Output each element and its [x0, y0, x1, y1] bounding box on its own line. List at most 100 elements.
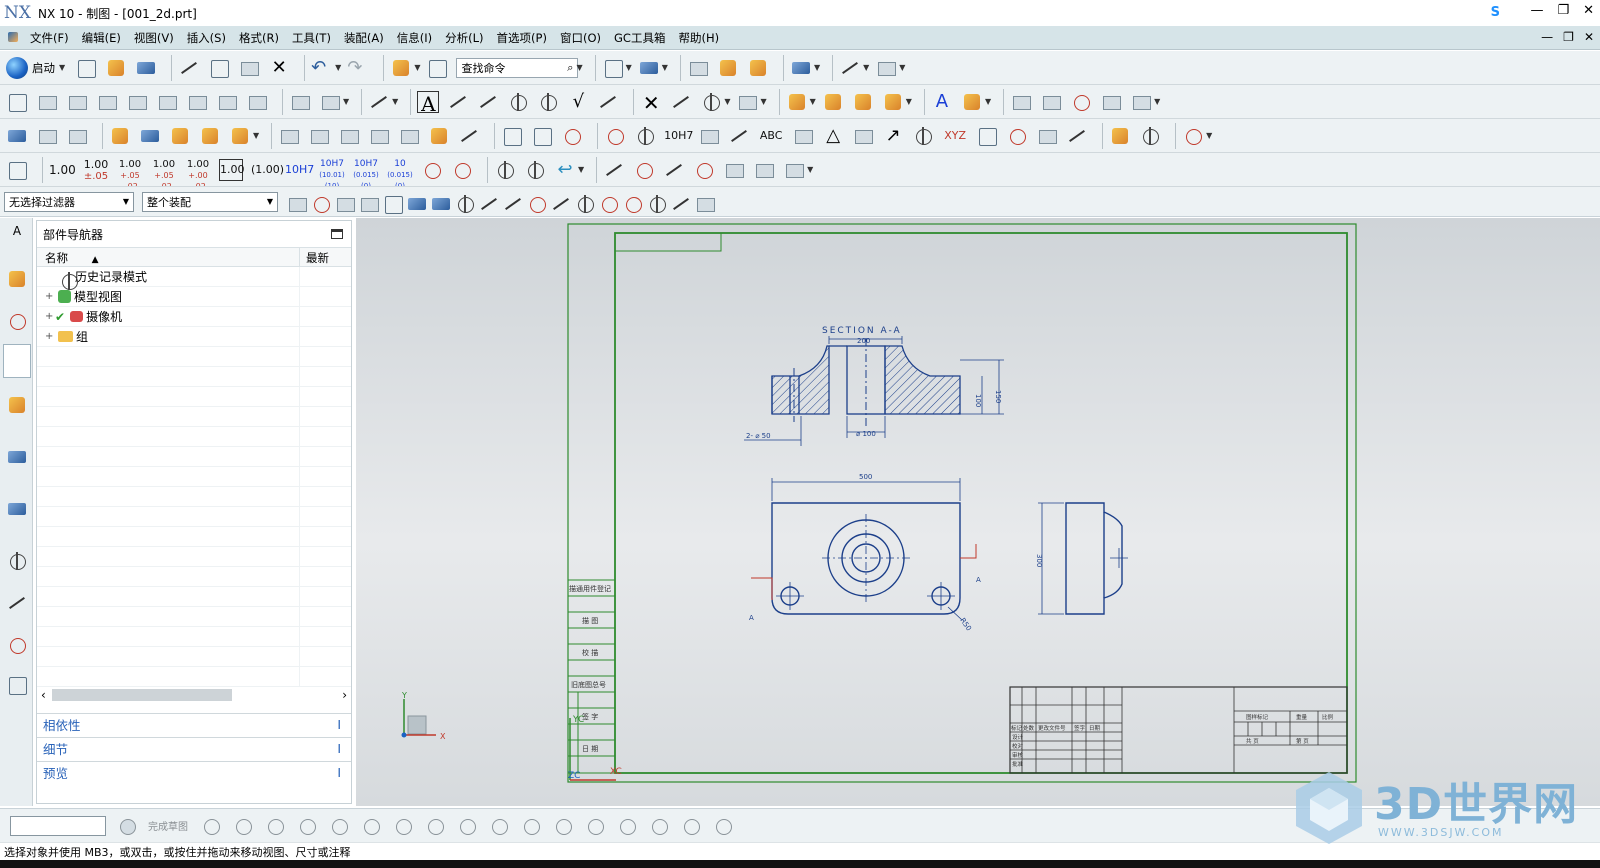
snap-intersection-icon[interactable]: [550, 193, 568, 211]
update-view-icon[interactable]: [289, 91, 311, 113]
layer-settings-icon[interactable]: [687, 57, 709, 79]
select-body-icon[interactable]: [430, 193, 450, 211]
reuse-library-icon[interactable]: [6, 394, 28, 416]
feature-frame-icon[interactable]: [477, 91, 499, 113]
scroll-left-icon[interactable]: ‹: [41, 688, 46, 702]
menu-app-icon[interactable]: [6, 30, 24, 46]
section-view-icon[interactable]: [96, 91, 118, 113]
chevron-down-icon[interactable]: ▼: [626, 63, 632, 72]
process-studio-icon[interactable]: [6, 592, 28, 614]
chevron-down-icon[interactable]: ▼: [414, 63, 420, 72]
auto-balloon-icon[interactable]: [1070, 91, 1092, 113]
cell-icon[interactable]: [852, 125, 874, 147]
transform-icon[interactable]: [458, 125, 480, 147]
graphics-window[interactable]: SECTION A-A 200 150 100 ⌀ 100 2- ⌀ 50 50…: [356, 218, 1600, 806]
sketch-name-dropdown[interactable]: [10, 815, 106, 836]
hammer-icon[interactable]: [169, 125, 191, 147]
snap-midpoint-icon[interactable]: [502, 193, 520, 211]
expand-toggle[interactable]: +: [45, 311, 55, 322]
dim-fit-10h7-button[interactable]: 10H7: [285, 159, 314, 181]
chevron-down-icon[interactable]: ▼: [578, 165, 584, 174]
center-mark-icon[interactable]: [700, 91, 722, 113]
tool-icon[interactable]: [822, 91, 844, 113]
column-name-header[interactable]: 名称 ▲: [37, 248, 300, 266]
dimension-icon[interactable]: [368, 91, 390, 113]
dim-fit-num-button[interactable]: 10 (0.015) (0): [387, 159, 413, 187]
snap-curve-icon[interactable]: [526, 193, 546, 213]
redo-icon[interactable]: ↷: [347, 57, 369, 79]
select-component-icon[interactable]: [358, 193, 379, 212]
new-file-icon[interactable]: [75, 57, 97, 79]
triangle-icon[interactable]: △: [822, 125, 844, 147]
column-latest-header[interactable]: 最新: [300, 248, 335, 266]
sketch-circle-icon[interactable]: [296, 815, 318, 837]
scope-dropdown[interactable]: 整个装配 ▼: [142, 191, 278, 212]
menu-gc-toolbox[interactable]: GC工具箱: [614, 30, 665, 46]
dimension-style-icon[interactable]: [6, 159, 28, 181]
view-break-icon[interactable]: [186, 91, 208, 113]
menu-help[interactable]: 帮助(H): [678, 30, 719, 46]
menu-info[interactable]: 信息(I): [397, 30, 432, 46]
chevron-down-icon[interactable]: ▼: [1154, 97, 1160, 106]
menu-edit[interactable]: 编辑(E): [82, 30, 121, 46]
offset-curve-icon[interactable]: [723, 159, 745, 181]
paste-icon[interactable]: [238, 57, 260, 79]
snap-perpendicular-icon[interactable]: [574, 193, 594, 213]
copy-icon[interactable]: [208, 57, 230, 79]
selection-filter-dropdown[interactable]: 无选择过滤器 ▼: [4, 191, 134, 212]
chevron-down-icon[interactable]: ▼: [576, 63, 582, 72]
tag-icon[interactable]: [109, 125, 131, 147]
sheet-list-icon[interactable]: [278, 125, 300, 147]
surface-finish-icon[interactable]: √: [567, 91, 589, 113]
blank-frame-icon[interactable]: [976, 125, 998, 147]
sketch-offset-icon[interactable]: [520, 815, 542, 837]
expand-toggle[interactable]: +: [45, 331, 55, 342]
new-sheet-icon[interactable]: [6, 91, 28, 113]
orient-view-icon[interactable]: [638, 57, 660, 79]
cut-icon[interactable]: [178, 57, 200, 79]
fit-view-icon[interactable]: [602, 57, 624, 79]
select-point-icon[interactable]: [310, 193, 330, 213]
diameter-icon[interactable]: [494, 159, 516, 181]
chevron-down-icon[interactable]: ▼: [343, 97, 349, 106]
chevron-down-icon[interactable]: ▼: [760, 97, 766, 106]
spline-icon[interactable]: [693, 159, 715, 181]
finish-sketch-label[interactable]: 完成草图: [148, 818, 188, 833]
sketch-dimension-icon[interactable]: [680, 815, 702, 837]
minimize-button[interactable]: —: [1530, 3, 1543, 18]
sketch-chamfer-icon[interactable]: [360, 815, 382, 837]
roles-icon[interactable]: [6, 674, 28, 696]
layer-stack-icon[interactable]: [66, 125, 88, 147]
radius-center-icon[interactable]: [451, 159, 473, 181]
sketch-polygon-icon[interactable]: [424, 815, 446, 837]
brush-icon[interactable]: [1066, 125, 1088, 147]
command-search-input[interactable]: 查找命令 ⌕: [456, 57, 579, 78]
snap-view-icon[interactable]: [694, 193, 715, 212]
snap-view-icon[interactable]: [790, 57, 812, 79]
sketch-constraint-icon[interactable]: [712, 815, 734, 837]
fit-icon[interactable]: [698, 125, 720, 147]
weld-symbol-icon[interactable]: [597, 91, 619, 113]
sketch-spline-icon[interactable]: [456, 815, 478, 837]
internet-explorer-icon[interactable]: [6, 446, 28, 468]
chevron-down-icon[interactable]: ▼: [899, 63, 905, 72]
dim-fit-tol-button[interactable]: 10H7 (0.015) (0): [353, 159, 379, 187]
box-icon[interactable]: [199, 125, 221, 147]
restore-button[interactable]: ❐: [1557, 3, 1569, 18]
tree-row[interactable]: + ✔ 摄像机: [37, 306, 351, 327]
leader-icon[interactable]: [447, 91, 469, 113]
command-finder-icon[interactable]: [426, 57, 448, 79]
base-view-icon[interactable]: [36, 91, 58, 113]
sketch-mirror-icon[interactable]: [648, 815, 670, 837]
menu-format[interactable]: 格式(R): [239, 30, 279, 46]
sheet-icon[interactable]: [308, 125, 330, 147]
grid-icon[interactable]: [398, 125, 420, 147]
menu-analysis[interactable]: 分析(L): [445, 30, 483, 46]
dim-fit-limits-button[interactable]: 10H7 (10.01) (10): [319, 159, 345, 187]
details-section[interactable]: 细节 I: [37, 737, 351, 759]
display-icon[interactable]: [717, 57, 739, 79]
spring-icon[interactable]: [1182, 125, 1204, 147]
layered-icon[interactable]: [753, 159, 775, 181]
launch-button[interactable]: 启动 ▼: [6, 56, 65, 79]
dim-unilateral-button[interactable]: 1.00 +.05 -.02: [117, 159, 143, 187]
